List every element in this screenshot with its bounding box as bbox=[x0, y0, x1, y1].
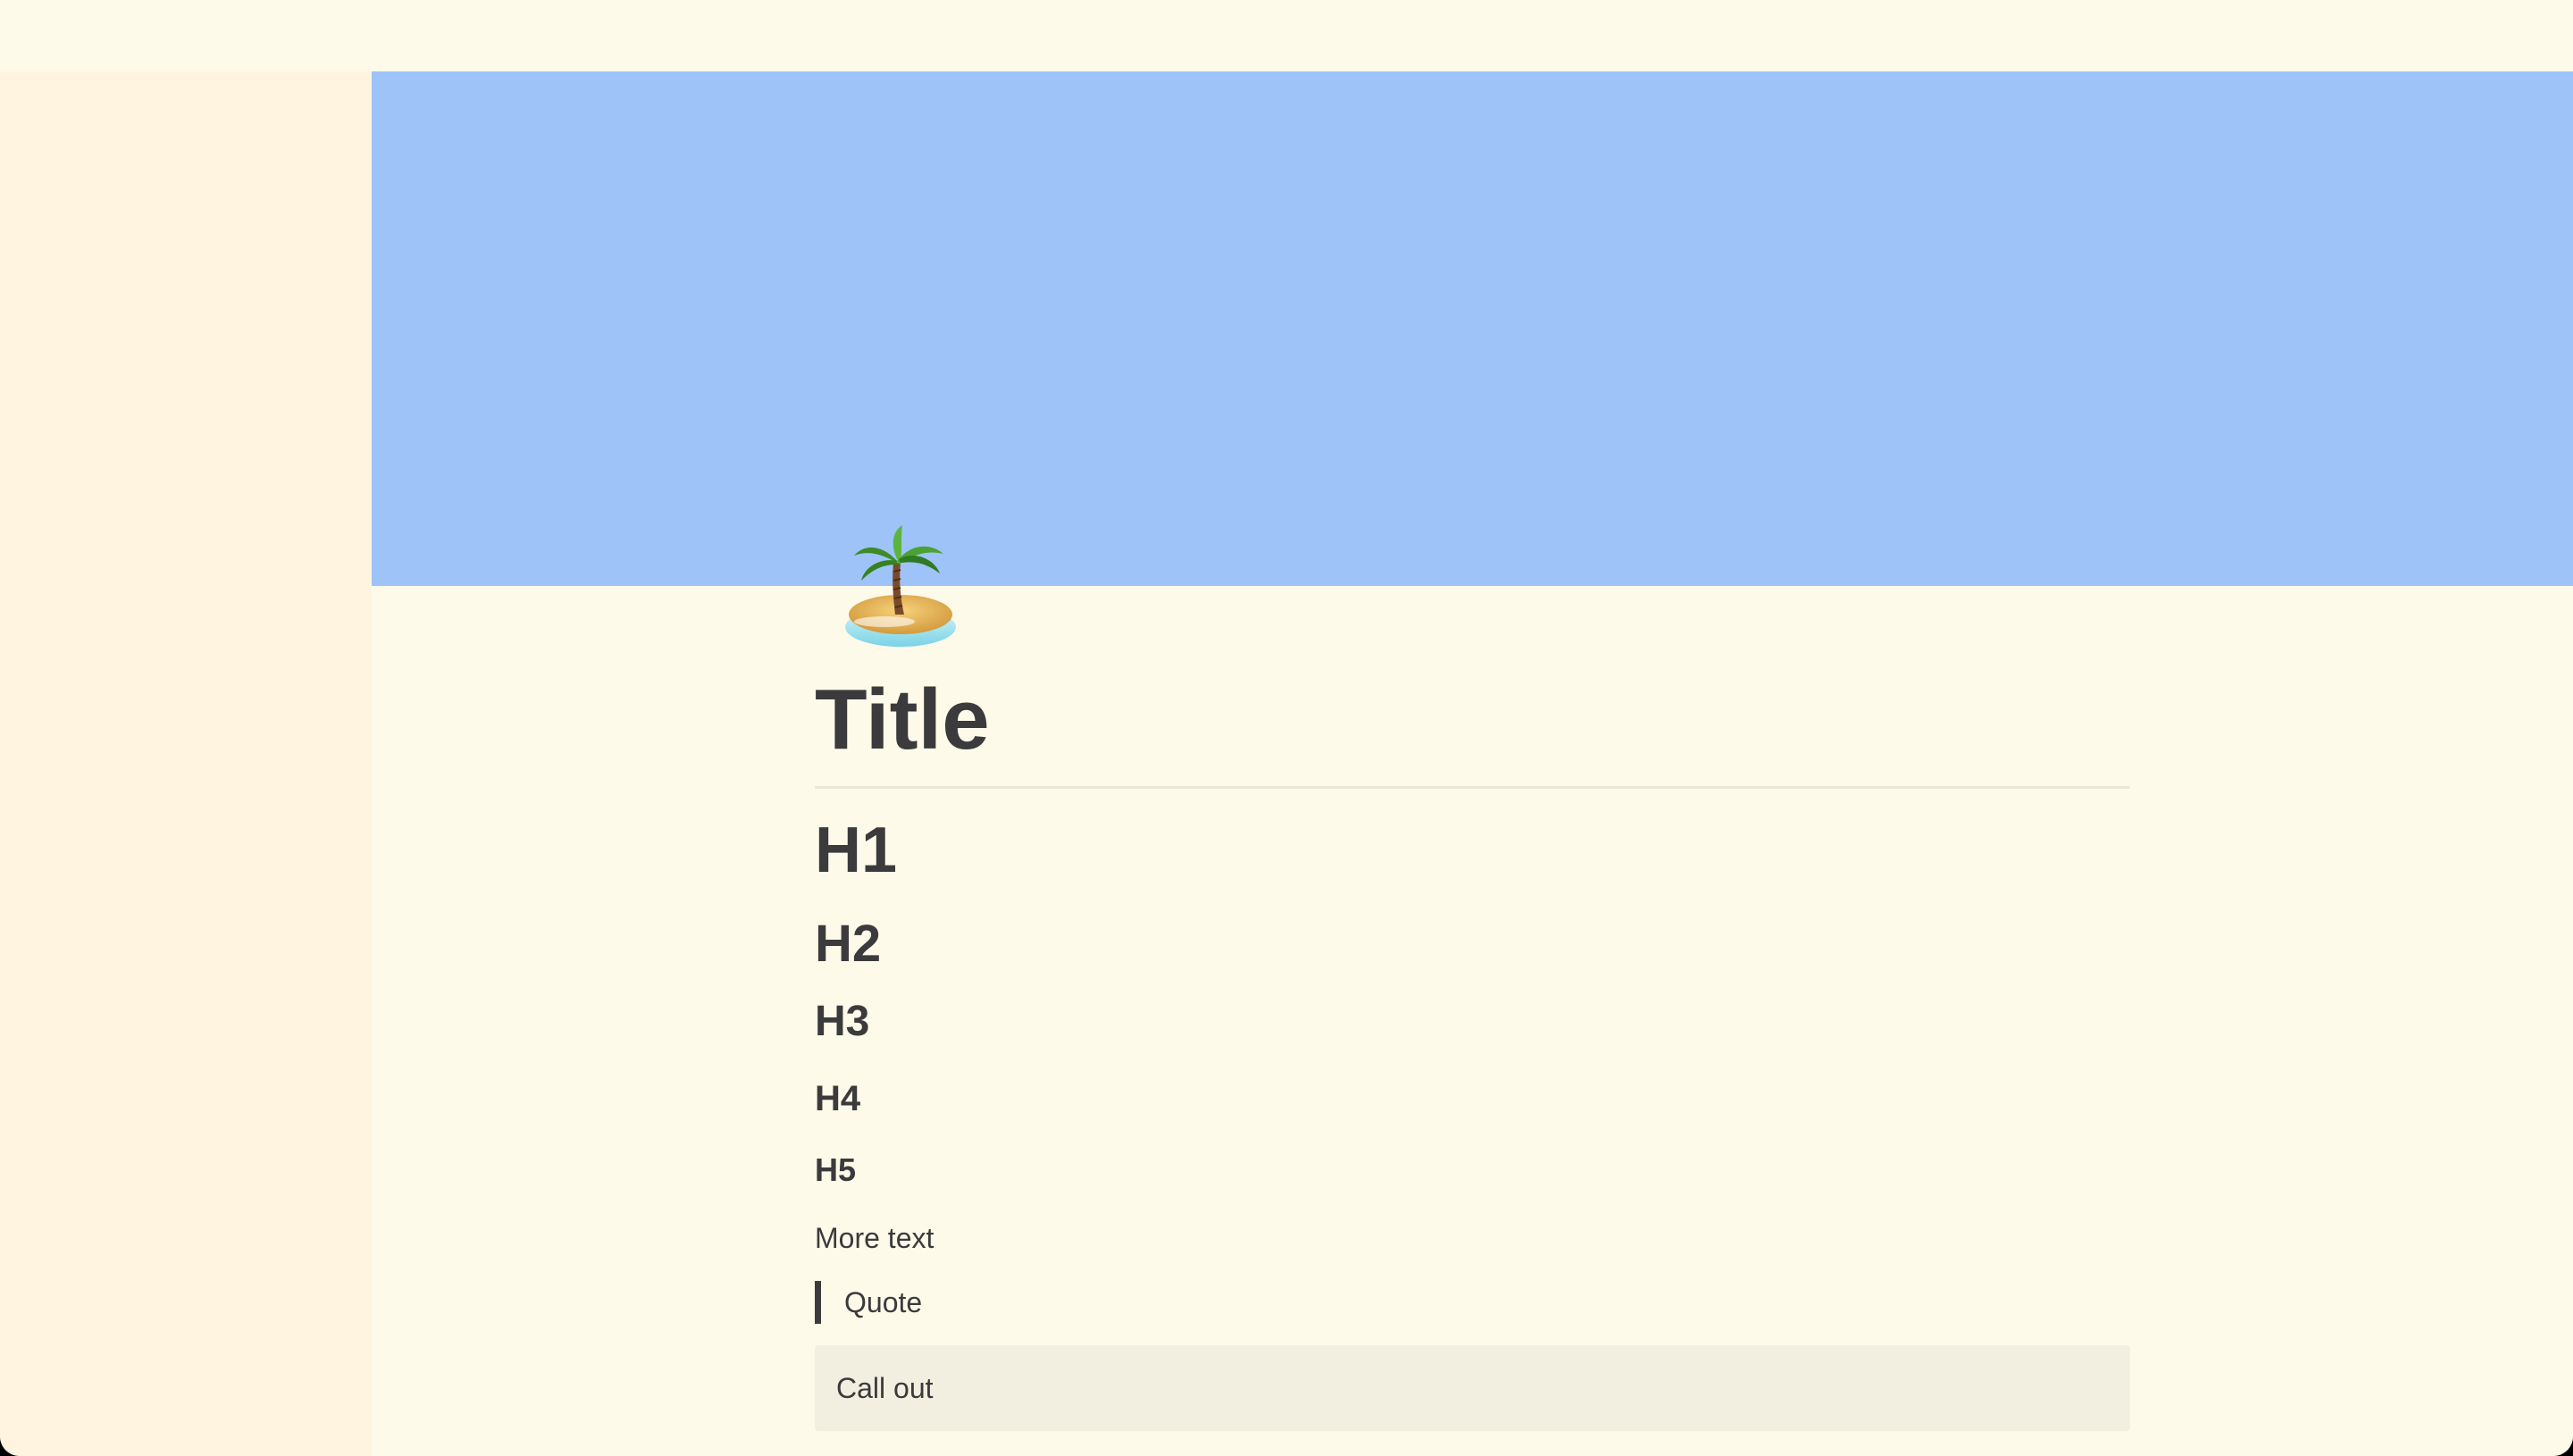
page-cover[interactable] bbox=[372, 71, 2573, 586]
heading-5[interactable]: H5 bbox=[815, 1154, 856, 1186]
top-bar bbox=[0, 0, 2573, 71]
heading-3[interactable]: H3 bbox=[815, 1000, 869, 1043]
palm-island-icon[interactable] bbox=[829, 518, 972, 661]
sidebar bbox=[0, 71, 372, 1456]
callout-text[interactable]: Call out bbox=[836, 1374, 934, 1402]
heading-1[interactable]: H1 bbox=[815, 818, 897, 883]
app-window: Title H1 H2 H3 H4 H5 More text Quote Cal… bbox=[0, 0, 2573, 1456]
page-title[interactable]: Title bbox=[815, 677, 990, 763]
heading-2[interactable]: H2 bbox=[815, 918, 881, 970]
text-block[interactable]: More text bbox=[815, 1224, 934, 1252]
callout-block[interactable]: Call out bbox=[815, 1345, 2130, 1431]
heading-4[interactable]: H4 bbox=[815, 1081, 860, 1117]
page-main: Title H1 H2 H3 H4 H5 More text Quote Cal… bbox=[372, 71, 2573, 1456]
quote-block[interactable]: Quote bbox=[815, 1281, 922, 1324]
divider bbox=[815, 786, 2130, 789]
